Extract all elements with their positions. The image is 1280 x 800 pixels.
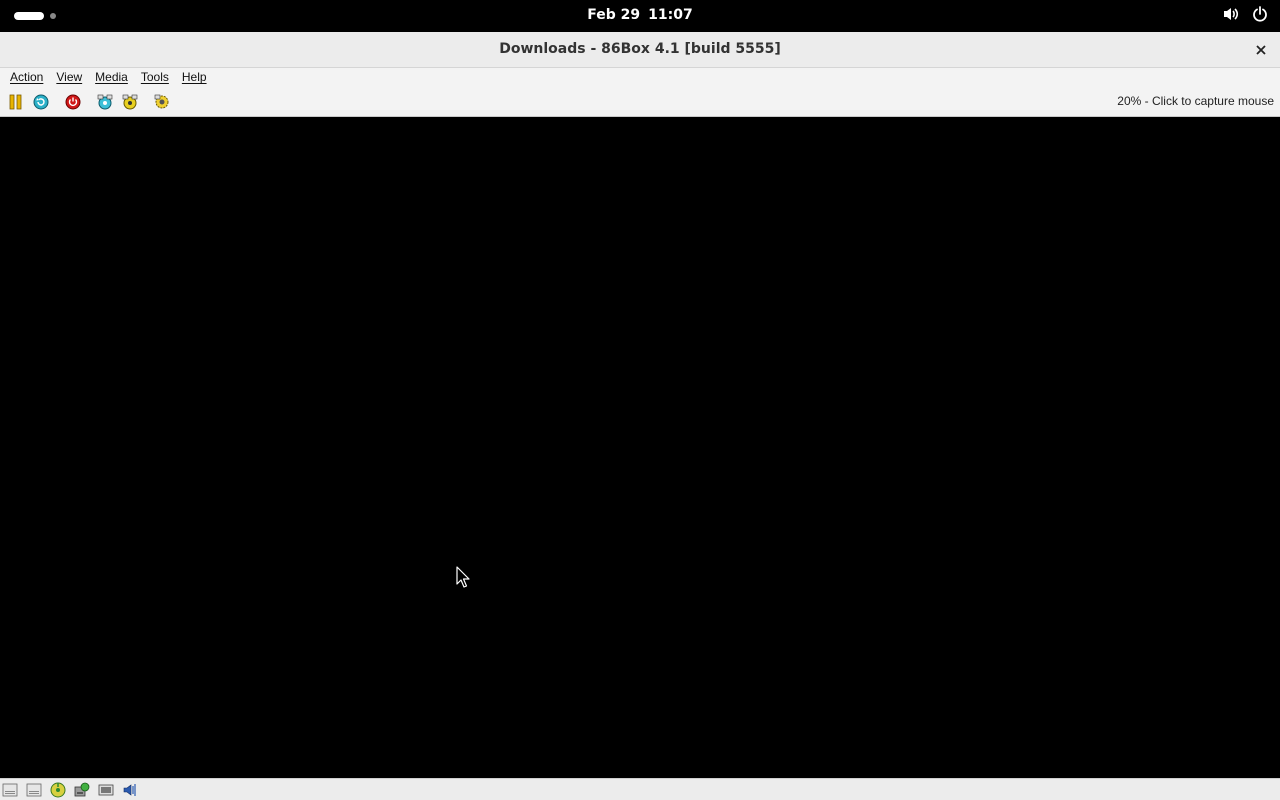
close-icon [1256,45,1266,55]
hard-reset-button[interactable] [32,93,50,111]
menu-help[interactable]: Help [182,70,207,84]
pause-icon [9,94,22,110]
power-menu-icon[interactable] [1252,6,1268,22]
close-window-button[interactable] [1250,39,1272,61]
menu-bar: Action View Media Tools Help [0,68,1280,86]
ctrl-alt-del-icon [97,94,113,110]
floppy-drive-1-icon[interactable] [2,782,18,798]
menu-tools[interactable]: Tools [141,70,169,84]
ctrl-alt-del-button[interactable] [96,93,114,111]
clock-time: 11:07 [648,7,693,23]
hard-disk-icon[interactable] [74,782,90,798]
system-menu[interactable] [1222,6,1268,22]
menu-action[interactable]: Action [10,70,43,84]
emulator-display[interactable] [0,118,1280,778]
reset-icon [33,94,49,110]
keyboard-icon[interactable] [98,782,114,798]
system-top-bar: Feb 29 11:07 [0,0,1280,32]
floppy-drive-2-icon[interactable] [26,782,42,798]
window-title: Downloads - 86Box 4.1 [build 5555] [499,41,781,57]
ctrl-alt-esc-button[interactable] [121,93,139,111]
sound-icon[interactable] [122,782,138,798]
settings-icon [154,94,169,109]
status-bar [0,778,1280,800]
pause-button[interactable] [7,93,25,111]
power-icon [65,94,81,110]
menu-view[interactable]: View [56,70,82,84]
ctrl-alt-esc-icon [122,94,138,110]
clock-date: Feb 29 [587,7,641,23]
toolbar: 20% - Click to capture mouse [0,86,1280,117]
mouse-cursor-icon [456,566,470,588]
settings-button[interactable] [153,93,171,111]
clock[interactable]: Feb 29 11:07 [0,7,1280,23]
capture-mouse-hint[interactable]: 20% - Click to capture mouse [1117,94,1274,108]
power-off-button[interactable] [64,93,82,111]
volume-icon[interactable] [1222,6,1240,22]
window-title-bar[interactable]: Downloads - 86Box 4.1 [build 5555] [0,32,1280,68]
cdrom-icon[interactable] [50,782,66,798]
menu-media[interactable]: Media [95,70,128,84]
